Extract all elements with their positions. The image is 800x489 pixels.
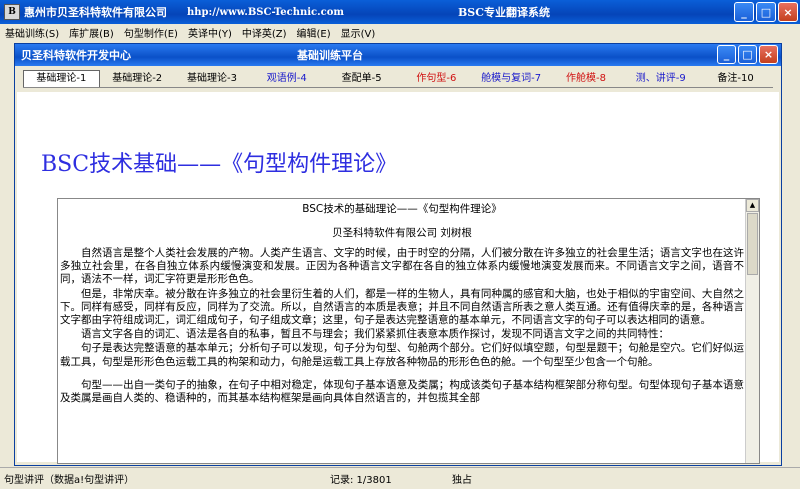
tab-3[interactable]: 基础理论-3 <box>175 71 250 87</box>
developer-name: 贝圣科特软件开发中心 <box>21 49 131 62</box>
menu-zh-en[interactable]: 中译英(Z) <box>237 25 292 40</box>
app-title: BSC专业翻译系统 <box>458 6 550 19</box>
status-record: 记录: 1/3801 <box>330 475 392 486</box>
paragraph: 自然语言是整个人类社会发展的产物。人类产生语言、文字的时候，由于时空的分隔，人们… <box>60 247 744 286</box>
app-title-bar: B 惠州市贝圣科特软件有限公司 hhp://www.BSC-Technic.co… <box>0 0 800 24</box>
paragraph: 但是，非常庆幸。被分散在许多独立的社会里衍生着的人们，都是一样的生物人，具有同种… <box>60 287 744 327</box>
paragraph: 语言文字各自的词汇、语法是各自的私事，暂且不与理会；我们紧紧抓住表意本质作探讨，… <box>81 328 669 341</box>
menu-library[interactable]: 库扩展(B) <box>64 25 119 40</box>
training-window: 贝圣科特软件开发中心 基础训练平台 _ □ × 基础理论-1 基础理论-2 基础… <box>14 43 782 466</box>
tab-9[interactable]: 测、讲评-9 <box>623 71 698 87</box>
document-author: 贝圣科特软件有限公司 刘树根 <box>332 227 472 239</box>
window-controls: _ □ × <box>734 2 798 22</box>
app-icon[interactable]: B <box>4 4 20 20</box>
menu-en-zh[interactable]: 英译中(Y) <box>183 25 237 40</box>
menu-basic-training[interactable]: 基础训练(S) <box>0 25 64 40</box>
menu-edit[interactable]: 编辑(E) <box>292 25 336 40</box>
module-title: 基础训练平台 <box>297 49 363 62</box>
document-viewer[interactable]: BSC技术的基础理论——《句型构件理论》 贝圣科特软件有限公司 刘树根 自然语言… <box>57 198 760 464</box>
tab-1[interactable]: 基础理论-1 <box>23 70 100 87</box>
tab-2[interactable]: 基础理论-2 <box>100 71 175 87</box>
tab-8[interactable]: 作舱模-8 <box>549 71 624 87</box>
minimize-icon[interactable]: _ <box>734 2 754 22</box>
tab-5[interactable]: 查配单-5 <box>324 71 399 87</box>
tab-4[interactable]: 观语例-4 <box>249 71 324 87</box>
document-title: BSC技术的基础理论——《句型构件理论》 <box>302 203 502 215</box>
status-bar: 句型讲评（数据a!句型讲评） 记录: 1/3801 独占 <box>0 467 800 489</box>
company-url: hhp://www.BSC-Technic.com <box>187 6 344 18</box>
maximize-icon[interactable]: □ <box>756 2 776 22</box>
inner-title-bar: 贝圣科特软件开发中心 基础训练平台 _ □ × <box>15 44 781 66</box>
menu-pattern[interactable]: 句型制作(E) <box>119 25 183 40</box>
page-heading: BSC技术基础——《句型构件理论》 <box>41 152 398 177</box>
tab-6[interactable]: 作句型-6 <box>399 71 474 87</box>
status-source: 句型讲评（数据a!句型讲评） <box>4 475 135 486</box>
vertical-scrollbar[interactable]: ▲ <box>745 199 759 463</box>
scroll-up-icon[interactable]: ▲ <box>746 199 759 212</box>
document-text: BSC技术的基础理论——《句型构件理论》 贝圣科特软件有限公司 刘树根 自然语言… <box>60 199 744 406</box>
menu-bar: 基础训练(S) 库扩展(B) 句型制作(E) 英译中(Y) 中译英(Z) 编辑(… <box>0 24 800 41</box>
menu-view[interactable]: 显示(V) <box>336 25 381 40</box>
close-icon[interactable]: × <box>778 2 798 22</box>
tab-content: BSC技术基础——《句型构件理论》 BSC技术的基础理论——《句型构件理论》 贝… <box>17 92 779 464</box>
scroll-thumb[interactable] <box>747 213 758 275</box>
tab-7[interactable]: 舱模与复词-7 <box>474 71 549 87</box>
paragraph: 句型——出自一类句子的抽象，在句子中相对稳定，体现句子基本语意及类属；构成该类句… <box>60 378 744 405</box>
tab-10[interactable]: 备注-10 <box>698 71 773 87</box>
inner-minimize-icon[interactable]: _ <box>717 45 736 64</box>
status-mode: 独占 <box>452 475 472 486</box>
tab-bar: 基础理论-1 基础理论-2 基础理论-3 观语例-4 查配单-5 作句型-6 舱… <box>23 70 773 88</box>
inner-window-controls: _ □ × <box>717 45 778 64</box>
company-name: 惠州市贝圣科特软件有限公司 <box>24 6 167 19</box>
paragraph: 句子是表达完整语意的基本单元；分析句子可以发现，句子分为句型、句舱两个部分。它们… <box>60 342 744 368</box>
inner-maximize-icon[interactable]: □ <box>738 45 757 64</box>
inner-close-icon[interactable]: × <box>759 45 778 64</box>
